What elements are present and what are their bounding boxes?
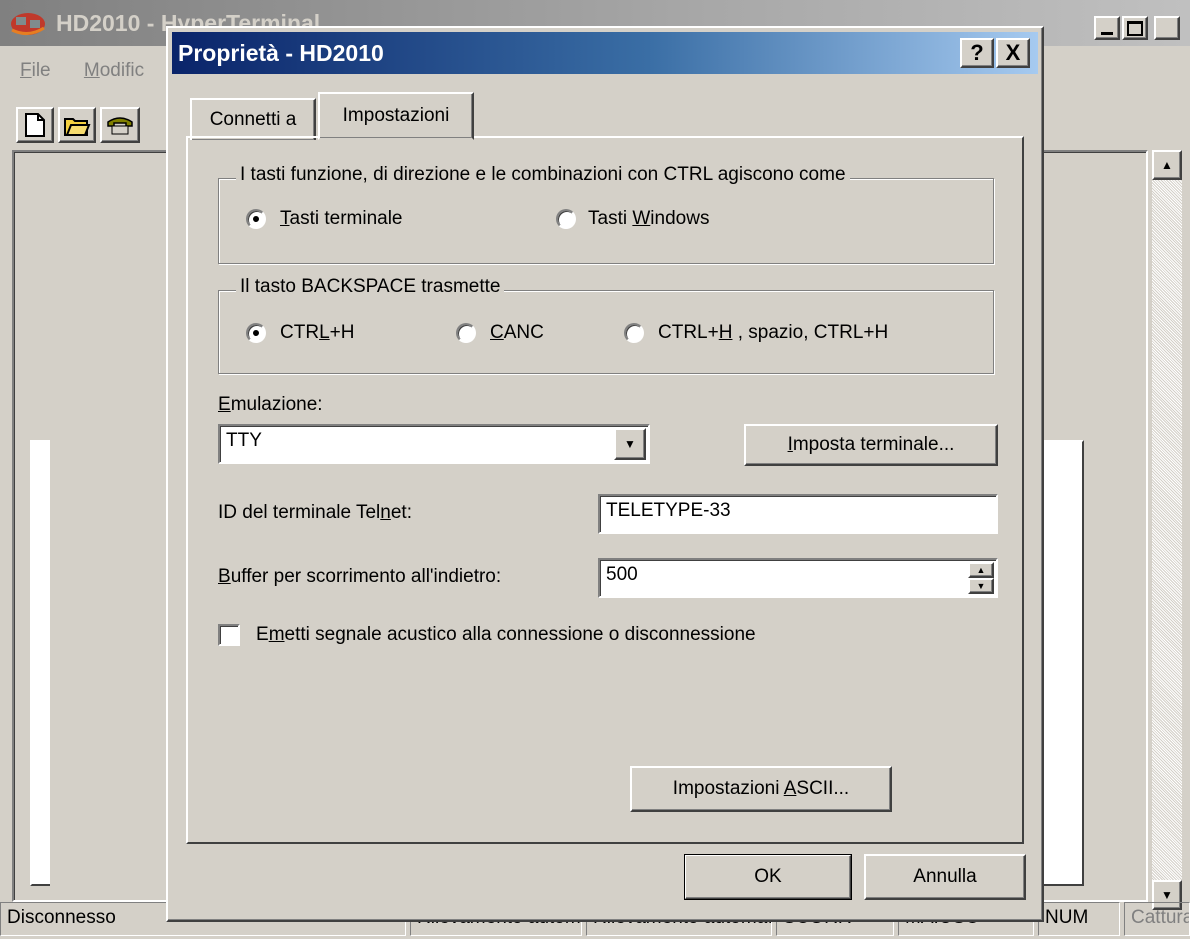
spin-up-button[interactable]: ▲ [968, 562, 994, 578]
help-icon: ? [970, 40, 984, 65]
radio-button [456, 323, 476, 343]
radio-button [624, 323, 644, 343]
dialog-close-button[interactable]: X [996, 38, 1030, 68]
maximize-icon [1127, 20, 1143, 36]
arrow-down-icon: ▼ [976, 581, 986, 591]
dialog-title: Proprietà - HD2010 [178, 40, 384, 66]
emulation-dropdown-button[interactable]: ▼ [614, 428, 646, 460]
status-num: NUM [1038, 902, 1120, 936]
radio-tasti-windows[interactable]: Tasti Windows [556, 208, 709, 230]
chevron-down-icon: ▼ [624, 437, 636, 451]
terminal-screen-edge-right [1044, 440, 1084, 886]
menu-bar: File Modific [0, 60, 152, 92]
radio-tasti-terminale[interactable]: Tasti terminale [246, 208, 403, 230]
function-keys-legend: I tasti funzione, di direzione e le comb… [236, 164, 850, 186]
emulation-label: Emulazione: [218, 394, 323, 415]
backspace-legend: Il tasto BACKSPACE trasmette [236, 276, 505, 298]
help-button[interactable]: ? [960, 38, 994, 68]
radio-button [246, 209, 266, 229]
radio-ctrl-l-h[interactable]: CTRL+H [246, 322, 354, 344]
radio-canc[interactable]: CANC [456, 322, 544, 344]
status-capture: Cattura [1124, 902, 1190, 936]
arrow-down-icon: ▼ [1161, 888, 1173, 902]
arrow-up-icon: ▲ [976, 565, 986, 575]
maximize-button[interactable] [1122, 16, 1148, 40]
telnet-id-label: ID del terminale Telnet: [218, 502, 412, 523]
open-button[interactable] [58, 107, 96, 143]
settings-tab-panel: I tasti funzione, di direzione e le comb… [186, 136, 1024, 844]
beep-checkbox-row[interactable]: Emetti segnale acustico alla connessione… [218, 624, 756, 646]
dialog-titlebar[interactable]: Proprietà - HD2010 ? X [172, 32, 1038, 74]
backscroll-label: Buffer per scorrimento all'indietro: [218, 566, 502, 587]
hyperterminal-app-icon [8, 8, 48, 38]
minimize-icon [1101, 31, 1113, 35]
new-button[interactable] [16, 107, 54, 143]
impostazioni-ascii-button[interactable]: Impostazioni ASCII... [630, 766, 892, 812]
backscroll-input[interactable]: 500 ▲ ▼ [598, 558, 998, 598]
connect-button[interactable] [100, 107, 140, 143]
emulation-select[interactable]: TTY ▼ [218, 424, 650, 464]
spin-down-button[interactable]: ▼ [968, 578, 994, 594]
new-document-icon [25, 113, 45, 137]
radio-ctrl-h-spazio[interactable]: CTRL+H , spazio, CTRL+H [624, 322, 888, 344]
tab-impostazioni[interactable]: Impostazioni [318, 92, 474, 140]
ok-button[interactable]: OK [684, 854, 852, 900]
backscroll-value: 500 [606, 564, 638, 585]
vertical-scrollbar[interactable]: ▲ ▼ [1152, 150, 1182, 910]
terminal-screen-edge [30, 440, 50, 886]
menu-modifica[interactable]: Modific [84, 60, 144, 81]
open-folder-icon [64, 118, 91, 136]
arrow-up-icon: ▲ [1161, 158, 1173, 172]
properties-dialog: Proprietà - HD2010 ? X Connetti a Impost… [166, 26, 1044, 922]
radio-button [556, 209, 576, 229]
phone-icon [107, 117, 133, 135]
scroll-up-button[interactable]: ▲ [1152, 150, 1182, 180]
main-close-button[interactable]: ✕ [1154, 16, 1180, 40]
close-icon: ✕ [1159, 17, 1175, 38]
menu-file[interactable]: File [20, 60, 51, 81]
close-icon: X [1005, 40, 1021, 65]
tab-connetti-a[interactable]: Connetti a [190, 98, 316, 140]
telnet-id-input[interactable]: TELETYPE-33 [598, 494, 998, 534]
minimize-button[interactable] [1094, 16, 1120, 40]
imposta-terminale-button[interactable]: Imposta terminale... [744, 424, 998, 466]
cancel-button[interactable]: Annulla [864, 854, 1026, 900]
radio-button [246, 323, 266, 343]
emulation-value: TTY [226, 430, 262, 451]
beep-checkbox[interactable] [218, 624, 240, 646]
